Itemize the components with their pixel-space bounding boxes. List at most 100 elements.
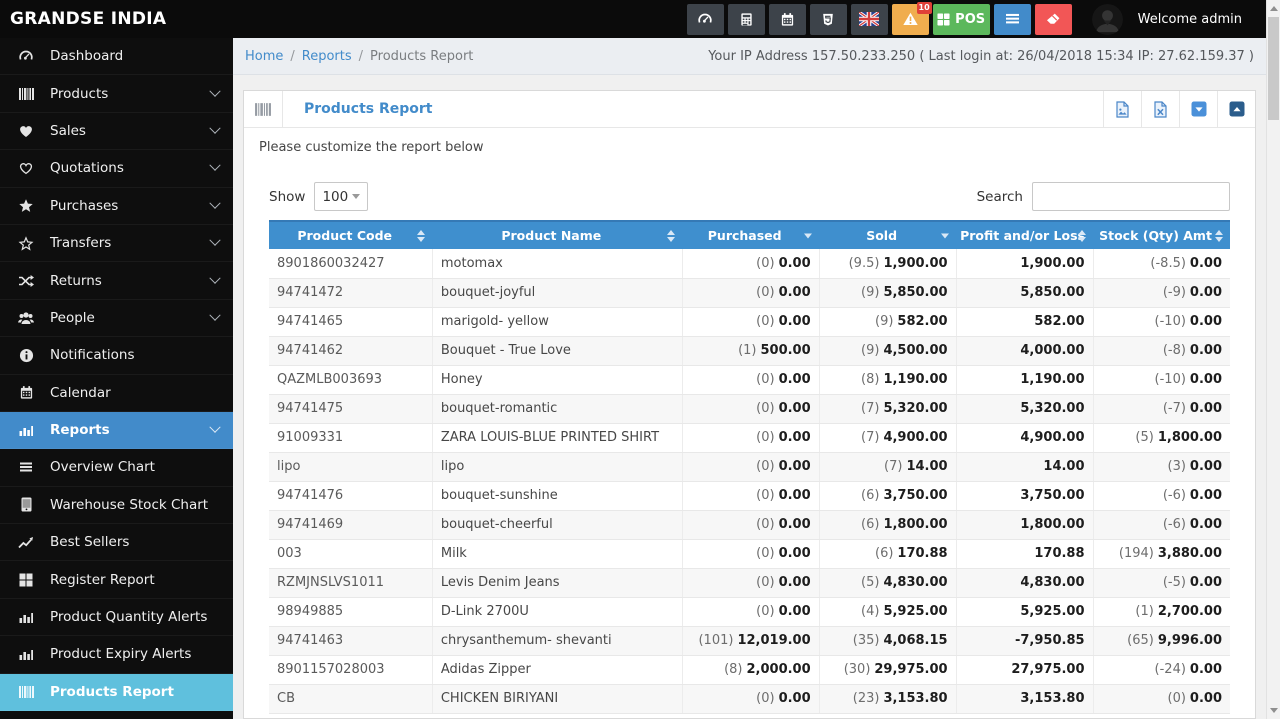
search-input[interactable]	[1032, 182, 1230, 211]
table-row: 98949885 D-Link 2700U (0)0.00 (4)5,925.0…	[269, 597, 1230, 626]
sort-icon	[417, 230, 425, 242]
sidebar-item-transfers[interactable]: Transfers	[0, 225, 233, 262]
chevron-down-icon	[209, 122, 220, 133]
clear-cache-button[interactable]	[1035, 4, 1072, 35]
dashboard-shortcut-button[interactable]	[687, 4, 724, 35]
bar-chart-icon	[15, 647, 37, 661]
table-row: RZMJNSLVS1011 Levis Denim Jeans (0)0.00 …	[269, 568, 1230, 597]
col-header-stock-qty-amt[interactable]: Stock (Qty) Amt	[1093, 221, 1230, 249]
scrollbar-thumb[interactable]	[1268, 17, 1279, 120]
breadcrumb-home-link[interactable]: Home	[245, 49, 283, 64]
sidebar-item-people[interactable]: People	[0, 300, 233, 337]
sidebar-item-calendar[interactable]: Calendar	[0, 375, 233, 412]
export-image-button[interactable]	[1103, 91, 1141, 127]
vertical-scrollbar[interactable]	[1266, 0, 1280, 719]
calculator-button[interactable]	[728, 4, 765, 35]
table-row: 94741476 bouquet-sunshine (0)0.00 (6)3,7…	[269, 481, 1230, 510]
sold-cell: (9.5)1,900.00	[819, 249, 956, 278]
styles-button[interactable]	[810, 4, 847, 35]
register-details-button[interactable]	[994, 4, 1031, 35]
panel-actions	[1103, 91, 1255, 127]
stock-qty-amt-cell: (-10)0.00	[1093, 365, 1230, 394]
brand-logo[interactable]: GRANDSE INDIA	[0, 9, 166, 29]
page-size-select[interactable]: 100	[314, 182, 368, 211]
product-code-cell: lipo	[269, 452, 432, 481]
sidebar-item-products-report[interactable]: Products Report	[0, 674, 233, 711]
pos-button[interactable]: POS	[933, 4, 990, 35]
sidebar-item-product-quantity-alerts[interactable]: Product Quantity Alerts	[0, 599, 233, 636]
sidebar-item-warehouse-stock-chart[interactable]: Warehouse Stock Chart	[0, 487, 233, 524]
grid-icon	[937, 13, 950, 26]
page-title: Products Report	[283, 91, 432, 127]
info-circle-icon	[15, 348, 37, 363]
scroll-up-arrow[interactable]	[1267, 1, 1280, 16]
export-excel-button[interactable]	[1141, 91, 1179, 127]
show-label: Show	[269, 189, 305, 205]
expand-panel-button[interactable]	[1217, 91, 1255, 127]
sidebar-item-returns[interactable]: Returns	[0, 262, 233, 299]
calendar-shortcut-button[interactable]	[769, 4, 806, 35]
caret-down-icon	[352, 194, 360, 199]
user-avatar[interactable]	[1092, 4, 1123, 35]
sidebar-item-purchases[interactable]: Purchases	[0, 188, 233, 225]
css3-shield-icon	[821, 12, 835, 27]
sidebar-item-best-sellers[interactable]: Best Sellers	[0, 524, 233, 561]
purchased-cell: (1)500.00	[682, 336, 819, 365]
heart-icon	[15, 124, 37, 138]
bar-chart-icon	[15, 423, 37, 437]
product-name-cell: D-Link 2700U	[432, 597, 682, 626]
scroll-down-arrow[interactable]	[1267, 703, 1280, 718]
sold-cell: (6)3,750.00	[819, 481, 956, 510]
table-row: 94741465 marigold- yellow (0)0.00 (9)582…	[269, 307, 1230, 336]
product-code-cell: 94741476	[269, 481, 432, 510]
product-code-cell: 94741463	[269, 626, 432, 655]
language-button[interactable]	[851, 4, 888, 35]
sidebar-item-notifications[interactable]: Notifications	[0, 337, 233, 374]
chevron-down-icon	[209, 272, 220, 283]
product-name-cell: motomax	[432, 249, 682, 278]
main-content: Home / Reports / Products Report Your IP…	[233, 38, 1266, 719]
profit-loss-cell: 3,750.00	[956, 481, 1093, 510]
sidebar-item-product-expiry-alerts[interactable]: Product Expiry Alerts	[0, 636, 233, 673]
uk-flag-icon	[859, 12, 879, 26]
purchased-cell: (0)0.00	[682, 423, 819, 452]
product-code-cell: 8901860032427	[269, 249, 432, 278]
product-name-cell: ZARA LOUIS-BLUE PRINTED SHIRT	[432, 423, 682, 452]
col-header-product-code[interactable]: Product Code	[269, 221, 432, 249]
table-row: 91009331 ZARA LOUIS-BLUE PRINTED SHIRT (…	[269, 423, 1230, 452]
alerts-button[interactable]: 10	[892, 4, 929, 35]
sidebar-item-register-report[interactable]: Register Report	[0, 561, 233, 598]
breadcrumb-reports-link[interactable]: Reports	[302, 49, 352, 64]
sidebar: Dashboard Products Sales Quotations Purc…	[0, 38, 233, 719]
sidebar-item-dashboard[interactable]: Dashboard	[0, 38, 233, 75]
profit-loss-cell: 4,900.00	[956, 423, 1093, 452]
table-row: CB CHICKEN BIRIYANI (0)0.00 (23)3,153.80…	[269, 684, 1230, 713]
sold-cell: (6)170.88	[819, 539, 956, 568]
product-name-cell: Bouquet - True Love	[432, 336, 682, 365]
products-report-table: Product Code Product Name Purchased Sold…	[269, 220, 1230, 714]
table-row: 94741463 chrysanthemum- shevanti (101)12…	[269, 626, 1230, 655]
collapse-panel-button[interactable]	[1179, 91, 1217, 127]
welcome-text[interactable]: Welcome admin	[1138, 12, 1242, 27]
sidebar-item-quotations[interactable]: Quotations	[0, 150, 233, 187]
col-header-sold[interactable]: Sold	[819, 221, 956, 249]
sidebar-item-sales[interactable]: Sales	[0, 113, 233, 150]
file-image-icon	[1115, 101, 1130, 118]
col-header-purchased[interactable]: Purchased	[682, 221, 819, 249]
col-header-product-name[interactable]: Product Name	[432, 221, 682, 249]
table-row: lipo lipo (0)0.00 (7)14.00 14.00 (3)0.00	[269, 452, 1230, 481]
product-code-cell: 94741462	[269, 336, 432, 365]
col-header-profit-loss[interactable]: Profit and/or Loss	[956, 221, 1093, 249]
breadcrumb-separator: /	[359, 49, 363, 64]
list-lines-icon	[15, 461, 37, 473]
table-header-row: Product Code Product Name Purchased Sold…	[269, 221, 1230, 249]
sold-cell: (9)582.00	[819, 307, 956, 336]
breadcrumb: Home / Reports / Products Report	[245, 49, 473, 64]
sidebar-item-products[interactable]: Products	[0, 75, 233, 112]
stock-qty-amt-cell: (-10)0.00	[1093, 307, 1230, 336]
grid-icon	[15, 573, 37, 587]
product-code-cell: 94741469	[269, 510, 432, 539]
sidebar-item-overview-chart[interactable]: Overview Chart	[0, 449, 233, 486]
sort-icon	[1215, 230, 1223, 242]
sidebar-item-reports[interactable]: Reports	[0, 412, 233, 449]
